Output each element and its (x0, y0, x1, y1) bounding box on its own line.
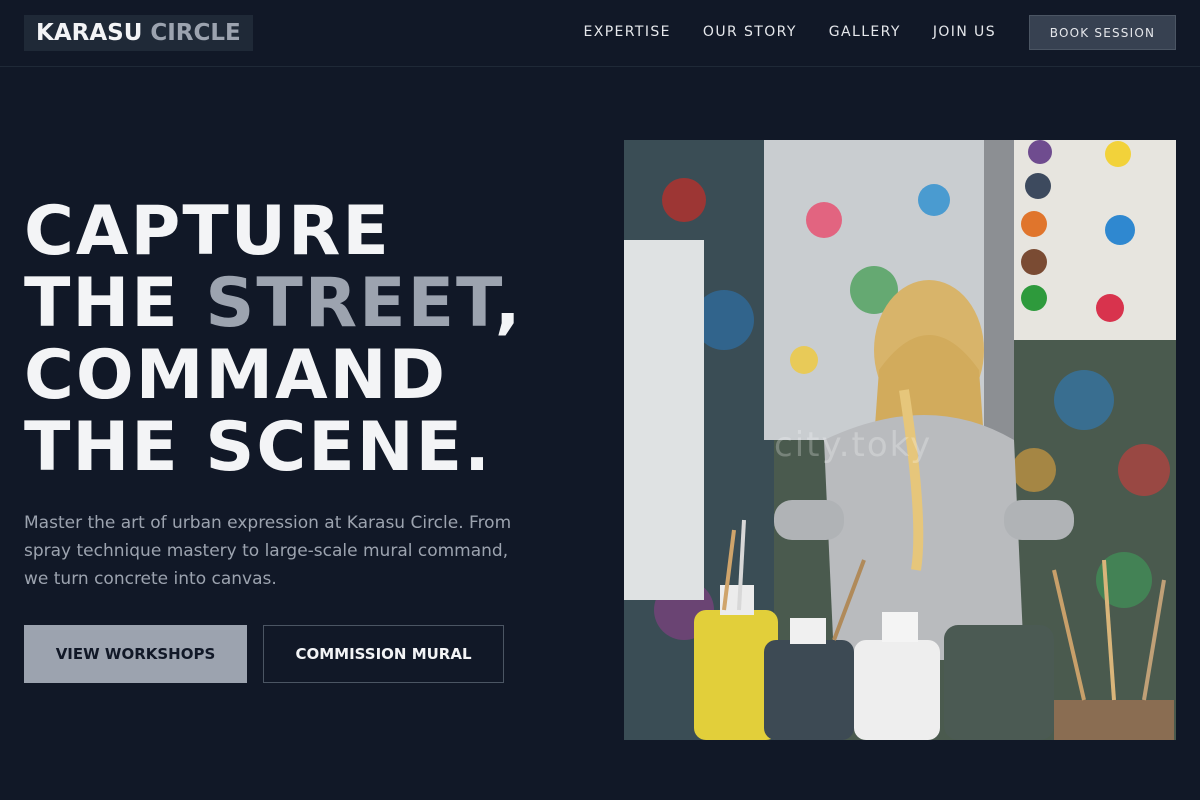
headline-line-2-b: , (494, 264, 523, 343)
commission-mural-button[interactable]: COMMISSION MURAL (263, 625, 504, 683)
nav-link-expertise[interactable]: EXPERTISE (583, 22, 670, 42)
brand-name-part1: KARASU (36, 20, 143, 46)
main-menu: EXPERTISE OUR STORY GALLERY JOIN US (583, 22, 996, 42)
brand-logo[interactable]: KARASU CIRCLE (24, 15, 253, 51)
headline-line-3: COMMAND (24, 336, 448, 415)
headline-line-1: CAPTURE (24, 192, 391, 271)
headline-highlight: STREET (205, 264, 495, 343)
nav-link-join-us[interactable]: JOIN US (933, 22, 996, 42)
nav-link-our-story[interactable]: OUR STORY (703, 22, 797, 42)
hero-headline: CAPTURE THE STREET, COMMAND THE SCENE. (24, 196, 523, 484)
hero-description: Master the art of urban expression at Ka… (24, 513, 512, 589)
view-workshops-button[interactable]: VIEW WORKSHOPS (24, 625, 247, 683)
headline-line-2: THE STREET, (24, 268, 523, 340)
hero-image: city.toky (624, 140, 1176, 740)
brand-name-part2: CIRCLE (150, 20, 241, 46)
nav-link-gallery[interactable]: GALLERY (829, 22, 901, 42)
image-watermark: city.toky (774, 425, 933, 465)
book-session-button[interactable]: BOOK SESSION (1029, 15, 1176, 50)
top-nav: KARASU CIRCLE EXPERTISE OUR STORY GALLER… (0, 0, 1200, 67)
headline-line-2-a: THE (24, 264, 206, 343)
headline-line-4: THE SCENE. (24, 408, 492, 487)
